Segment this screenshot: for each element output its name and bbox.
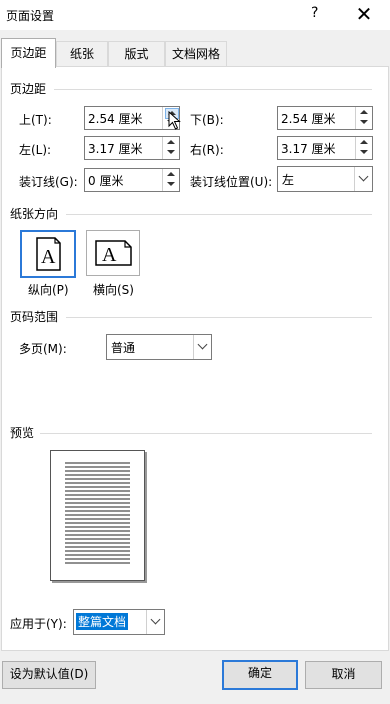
label-portrait: 纵向(P) [28,283,69,297]
right-margin-value: 3.17 厘米 [281,142,336,156]
portrait-page-icon: A [36,237,61,271]
label-multiple-pages: 多页(M): [19,342,67,356]
label-right-margin: 右(R): [190,143,224,157]
gutter-spinner[interactable]: 0 厘米 [84,168,180,192]
divider [66,214,372,215]
dialog-title: 页面设置 [6,9,55,23]
decrement-icon[interactable] [358,118,370,127]
multiple-pages-select[interactable]: 普通 [106,334,212,360]
section-title-preview: 预览 [10,426,35,440]
set-as-default-button[interactable]: 设为默认值(D) [2,661,96,689]
decrement-icon[interactable] [358,148,370,157]
section-title-margins: 页边距 [10,82,47,96]
bottom-margin-value: 2.54 厘米 [281,112,336,126]
increment-icon[interactable] [358,138,370,147]
title-bar: 页面设置 ? ✕ [0,0,390,30]
help-button[interactable]: ? [311,5,318,21]
decrement-icon[interactable] [165,180,177,189]
preview-lines [65,462,130,564]
apply-to-select[interactable]: 整篇文档 [73,609,165,635]
ok-button[interactable]: 确定 [222,660,298,690]
divider [40,433,372,434]
preview-page [50,450,145,581]
label-top-margin: 上(T): [19,113,52,127]
apply-to-value: 整篇文档 [76,613,129,630]
right-margin-spinner[interactable]: 3.17 厘米 [277,136,373,160]
cursor-arrow-icon [168,111,181,130]
increment-icon[interactable] [165,170,177,179]
divider [66,317,372,318]
tab-paper[interactable]: 纸张 [56,41,108,67]
chevron-down-icon[interactable] [354,167,372,191]
tab-layout[interactable]: 版式 [108,41,165,67]
multiple-pages-value: 普通 [111,341,136,355]
chevron-down-icon[interactable] [193,335,211,359]
label-gutter-position: 装订线位置(U): [190,175,273,189]
label-gutter: 装订线(G): [19,175,78,189]
top-margin-value: 2.54 厘米 [88,112,143,126]
label-landscape: 横向(S) [93,283,134,297]
label-bottom-margin: 下(B): [190,113,224,127]
increment-icon[interactable] [358,108,370,117]
decrement-icon[interactable] [165,148,177,157]
label-left-margin: 左(L): [19,143,52,157]
portrait-button[interactable]: A [20,230,76,278]
close-button[interactable]: ✕ [351,2,377,26]
landscape-page-icon: A [95,240,132,266]
section-title-pages: 页码范围 [10,310,59,324]
cancel-button[interactable]: 取消 [305,661,382,689]
landscape-button[interactable]: A [86,230,140,276]
landscape-glyph: A [102,244,117,266]
top-margin-spinner[interactable]: 2.54 厘米 [84,106,180,130]
gutter-position-value: 左 [282,173,295,187]
tab-margins[interactable]: 页边距 [1,38,56,68]
left-margin-spinner[interactable]: 3.17 厘米 [84,136,180,160]
chevron-down-icon[interactable] [146,610,164,634]
portrait-glyph: A [41,246,56,268]
increment-icon[interactable] [165,138,177,147]
bottom-margin-spinner[interactable]: 2.54 厘米 [277,106,373,130]
divider [54,89,372,90]
gutter-position-select[interactable]: 左 [277,166,373,192]
tab-doc-grid[interactable]: 文档网格 [165,41,227,67]
left-margin-value: 3.17 厘米 [88,142,143,156]
section-title-orientation: 纸张方向 [10,207,59,221]
gutter-value: 0 厘米 [88,174,124,188]
label-apply-to: 应用于(Y): [10,617,67,631]
